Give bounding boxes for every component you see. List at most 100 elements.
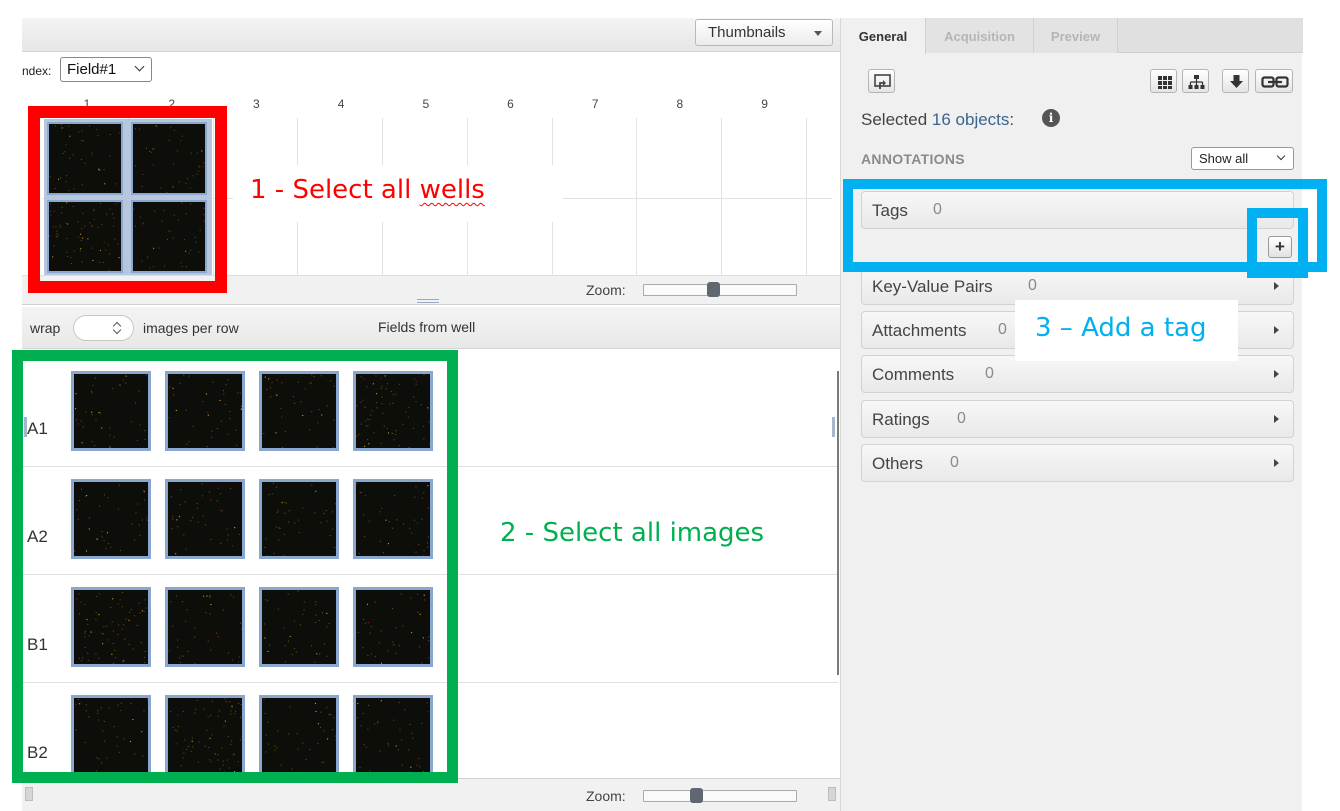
field-thumbnail[interactable] (259, 695, 339, 775)
speckle-dot (238, 656, 240, 658)
annotation-filter-dropdown[interactable]: Show all (1191, 147, 1294, 170)
field-thumbnail[interactable] (71, 479, 151, 559)
speckle-dot (81, 184, 83, 186)
fields-zoom-slider[interactable] (643, 788, 797, 803)
well-thumbnail[interactable] (131, 200, 207, 273)
field-thumbnail[interactable] (71, 695, 151, 775)
field-thumbnail[interactable] (353, 695, 433, 775)
left-resize-handle[interactable] (24, 417, 27, 437)
info-icon[interactable]: i (1042, 109, 1060, 127)
speckle-dot (188, 441, 190, 443)
speckle-dot (87, 238, 89, 240)
field-thumbnail[interactable] (71, 371, 151, 451)
speckle-dot (84, 162, 86, 164)
speckle-dot (118, 132, 120, 134)
speckle-dot (91, 390, 93, 392)
speckle-dot (185, 548, 187, 550)
speckle-dot (224, 698, 226, 700)
tab-preview[interactable]: Preview (1034, 18, 1118, 53)
speckle-dot (202, 166, 204, 168)
speckle-dot (217, 715, 219, 717)
zoom-slider-handle[interactable] (706, 282, 720, 297)
speckle-dot (379, 540, 381, 542)
field-thumbnail[interactable] (165, 587, 245, 667)
speckle-dot (109, 134, 111, 136)
speckle-dot (79, 250, 81, 252)
speckle-dot (393, 719, 395, 721)
speckle-dot (121, 606, 123, 608)
others-section[interactable]: Others 0 (861, 444, 1294, 482)
scroll-right-arrow-icon[interactable] (828, 787, 836, 801)
speckle-dot (367, 425, 369, 427)
speckle-dot (323, 730, 325, 732)
speckle-dot (75, 408, 77, 410)
speckle-dot (231, 707, 233, 709)
plate-column-label: 4 (337, 97, 345, 111)
speckle-dot (57, 234, 59, 236)
field-thumbnail[interactable] (259, 479, 339, 559)
speckle-dot (183, 239, 185, 241)
speckle-dot (103, 494, 105, 496)
tags-section[interactable]: Tags 0 (861, 191, 1294, 229)
speckle-dot (276, 379, 278, 381)
plate-zoom-slider[interactable] (643, 282, 797, 297)
speckle-dot (187, 745, 189, 748)
speckle-dot (367, 654, 369, 656)
grid-view-button[interactable] (1150, 69, 1177, 93)
field-thumbnail[interactable] (259, 371, 339, 451)
well-thumbnail[interactable] (131, 122, 207, 195)
plate-column-label: 2 (168, 97, 176, 111)
download-button[interactable] (1222, 69, 1249, 93)
speckle-dot (368, 520, 370, 522)
speckle-dot (385, 519, 387, 521)
selection-suffix: : (1009, 110, 1015, 129)
field-thumbnail[interactable] (165, 479, 245, 559)
zoom-slider-handle[interactable] (689, 788, 703, 803)
tab-acquisition[interactable]: Acquisition (926, 18, 1034, 53)
speckle-dot (204, 524, 207, 526)
field-thumbnail[interactable] (259, 587, 339, 667)
speckle-dot (112, 225, 115, 227)
tab-general[interactable]: General (841, 18, 926, 54)
speckle-dot (231, 659, 233, 661)
right-resize-handle[interactable] (832, 417, 835, 437)
speckle-dot (49, 235, 51, 237)
speckle-dot (139, 612, 141, 614)
images-per-row-stepper[interactable] (73, 315, 134, 341)
speckle-dot (294, 522, 296, 524)
field-thumbnail[interactable] (71, 587, 151, 667)
selection-count-link[interactable]: 16 objects (932, 110, 1010, 129)
well-thumbnail[interactable] (47, 122, 123, 195)
open-with-button[interactable] (868, 69, 895, 93)
view-mode-dropdown[interactable]: Thumbnails (695, 19, 833, 46)
field-thumbnail[interactable] (353, 371, 433, 451)
speckle-dot (380, 630, 382, 632)
speckle-dot (220, 542, 222, 544)
well-thumbnail[interactable] (47, 200, 123, 273)
speckle-dot (146, 256, 149, 258)
field-thumbnail[interactable] (353, 479, 433, 559)
field-index-dropdown[interactable]: Field#1 (60, 57, 152, 82)
field-thumbnail[interactable] (165, 695, 245, 775)
grid-line (720, 118, 722, 276)
well-image (49, 202, 121, 271)
field-thumbnail[interactable] (165, 371, 245, 451)
speckle-dot (223, 771, 225, 772)
speckle-dot (137, 503, 139, 505)
ratings-section[interactable]: Ratings 0 (861, 400, 1294, 438)
speckle-dot (105, 213, 108, 215)
speckle-dot (423, 374, 425, 376)
speckle-dot (69, 157, 71, 159)
field-thumbnail[interactable] (353, 587, 433, 667)
step1-label: 1 - Select all wells (233, 165, 563, 222)
scroll-left-arrow-icon[interactable] (25, 787, 33, 801)
link-button[interactable] (1255, 69, 1293, 93)
hierarchy-button[interactable] (1182, 69, 1209, 93)
speckle-dot (274, 749, 276, 751)
speckle-dot (80, 248, 82, 250)
speckle-dot (232, 753, 234, 755)
speckle-dot (268, 378, 270, 380)
pane-splitter-handle[interactable] (417, 299, 439, 303)
vertical-scrollbar[interactable] (837, 371, 839, 675)
add-tag-button[interactable]: + (1268, 236, 1292, 258)
